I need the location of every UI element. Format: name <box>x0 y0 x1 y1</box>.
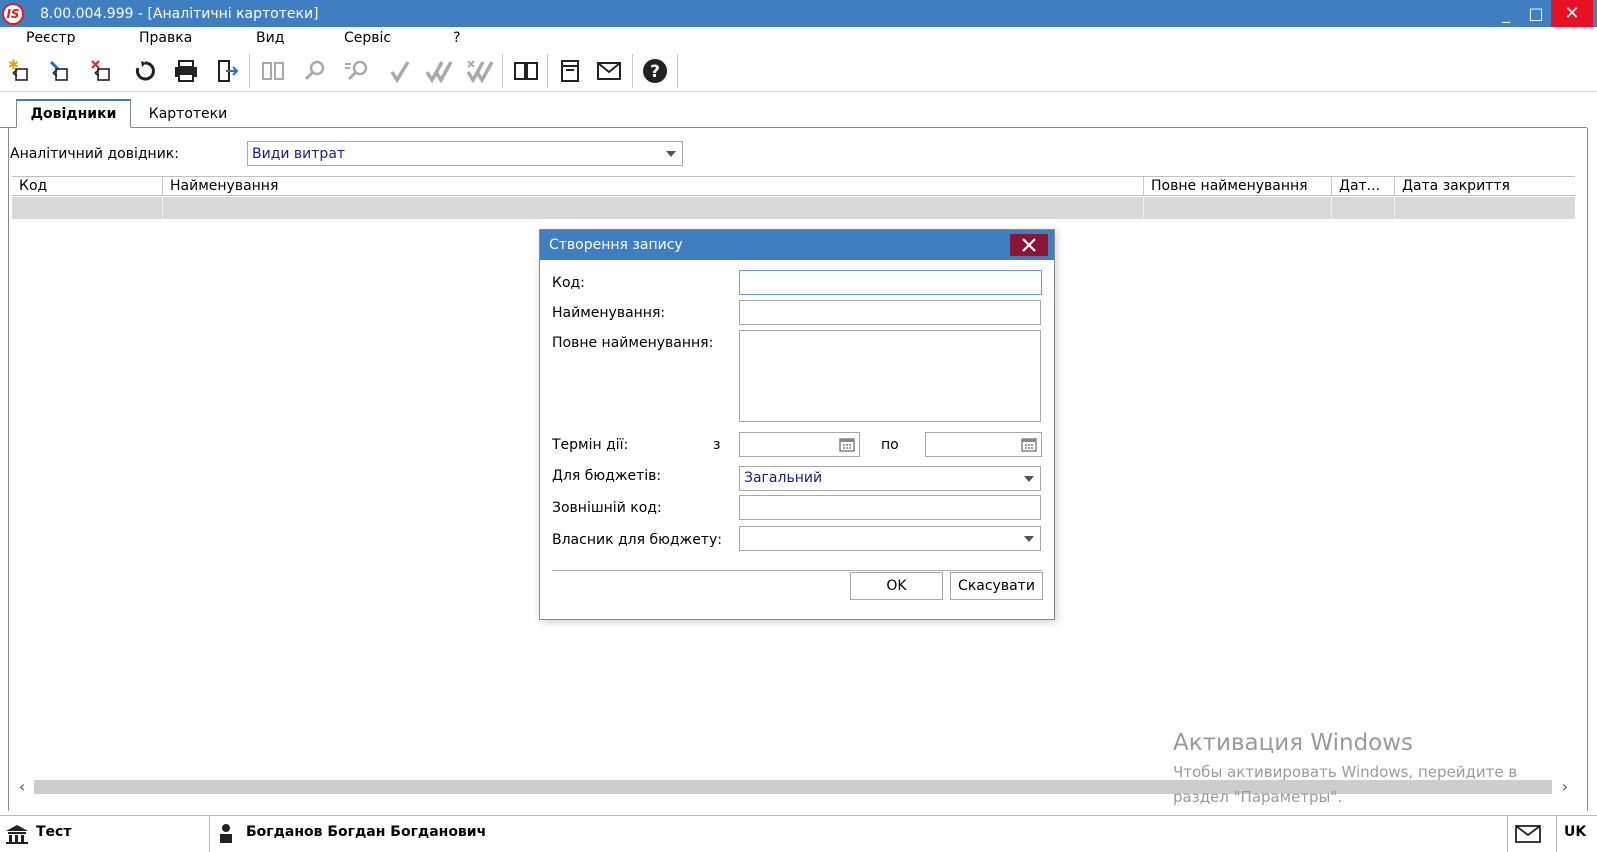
full-name-label: Повне найменування: <box>552 335 714 351</box>
export-icon[interactable] <box>209 54 245 88</box>
toolbar: ✱ ? <box>0 50 1597 92</box>
column-full-name[interactable]: Повне найменування <box>1143 177 1331 196</box>
chevron-down-icon <box>666 151 676 157</box>
owner-label: Власник для бюджету: <box>552 532 722 548</box>
calendar-icon[interactable] <box>839 438 855 452</box>
user-icon <box>218 823 234 849</box>
status-organization: Тест <box>36 824 72 840</box>
tab-cards[interactable]: Картотеки <box>140 99 236 128</box>
close-window-button[interactable]: ✕ <box>1551 0 1593 27</box>
directory-value: Види витрат <box>252 145 346 162</box>
external-code-input[interactable] <box>739 495 1041 520</box>
dialog-close-button[interactable] <box>1010 234 1048 256</box>
help-icon[interactable]: ? <box>637 54 673 88</box>
code-label: Код: <box>552 275 585 291</box>
directory-label: Аналітичний довідник: <box>10 146 179 162</box>
svg-text:?: ? <box>650 62 660 82</box>
external-code-label: Зовнішній код: <box>552 500 662 516</box>
uncheck-icon[interactable] <box>462 54 498 88</box>
budget-label: Для бюджетів: <box>552 468 662 484</box>
grid-header: Код Найменування Повне найменування Дат.… <box>12 176 1575 196</box>
menu-view[interactable]: Вид <box>256 30 284 46</box>
title-bar: IS 8.00.004.999 - [Аналітичні картотеки]… <box>0 0 1597 27</box>
chevron-right-icon[interactable]: › <box>1555 777 1575 796</box>
table-row[interactable] <box>12 197 1575 219</box>
dialog-title: Створення запису <box>540 230 1054 260</box>
to-label: по <box>881 437 899 453</box>
menu-registry[interactable]: Реєстр <box>26 30 75 46</box>
menu-edit[interactable]: Правка <box>139 30 192 46</box>
chevron-down-icon <box>1024 476 1034 482</box>
ok-button[interactable]: OK <box>850 572 943 600</box>
from-label: з <box>713 437 721 453</box>
print-icon[interactable] <box>168 54 204 88</box>
term-label: Термін дії: <box>552 437 629 453</box>
document-icon[interactable] <box>552 54 588 88</box>
name-input[interactable] <box>739 300 1041 325</box>
window-controls: _ □ ✕ <box>1491 0 1597 27</box>
owner-combo[interactable] <box>739 526 1041 551</box>
menu-service[interactable]: Сервіс <box>344 30 391 46</box>
building-icon <box>4 823 30 849</box>
chevron-left-icon[interactable]: ‹ <box>12 777 32 796</box>
check-all-icon[interactable] <box>421 54 457 88</box>
cancel-button[interactable]: Скасувати <box>950 572 1043 600</box>
directory-combo[interactable]: Види витрат <box>247 141 683 166</box>
book-open-icon[interactable] <box>255 54 291 88</box>
watermark-line1: Чтобы активировать Windows, перейдите в <box>1173 763 1518 781</box>
calendar-icon[interactable] <box>1021 438 1037 452</box>
close-icon <box>1022 238 1036 252</box>
budget-value: Загальний <box>744 470 823 486</box>
dialog-divider <box>552 570 1042 571</box>
column-code[interactable]: Код <box>12 177 162 196</box>
full-name-input[interactable] <box>739 330 1041 422</box>
search-icon[interactable] <box>297 54 333 88</box>
tab-directories[interactable]: Довідники <box>16 99 131 128</box>
date-to-field[interactable] <box>925 432 1042 457</box>
search-next-icon[interactable] <box>339 54 375 88</box>
column-name[interactable]: Найменування <box>162 177 1143 196</box>
status-user: Богданов Богдан Богданович <box>246 824 487 840</box>
delete-record-icon[interactable] <box>84 54 120 88</box>
watermark-line2: раздел "Параметры". <box>1173 788 1343 806</box>
column-date-close[interactable]: Дата закриття <box>1394 177 1575 196</box>
create-record-dialog: Створення запису Код: Найменування: Повн… <box>539 229 1055 620</box>
reference-book-icon[interactable] <box>508 54 544 88</box>
column-date-open[interactable]: Дат... <box>1331 177 1394 196</box>
date-from-field[interactable] <box>739 432 860 457</box>
app-logo-text: IS <box>2 2 24 25</box>
mail-status-icon[interactable] <box>1514 824 1542 848</box>
budget-combo[interactable]: Загальний <box>739 466 1041 491</box>
app-logo-icon: IS <box>0 0 26 27</box>
edit-record-icon[interactable] <box>42 54 78 88</box>
new-record-icon[interactable]: ✱ <box>2 54 38 88</box>
minimize-button[interactable]: _ <box>1491 0 1521 27</box>
maximize-button[interactable]: □ <box>1521 0 1551 27</box>
tab-strip: Довідники Картотеки <box>0 97 1597 129</box>
menu-bar: Реєстр Правка Вид Сервіс ? <box>0 27 1597 50</box>
name-label: Найменування: <box>552 305 666 321</box>
menu-help[interactable]: ? <box>453 30 460 46</box>
status-bar: Тест Богданов Богдан Богданович UK <box>0 815 1597 852</box>
code-input[interactable] <box>739 270 1042 295</box>
mail-icon[interactable] <box>591 54 627 88</box>
check-icon[interactable] <box>382 54 418 88</box>
watermark-title: Активация Windows <box>1173 730 1414 756</box>
chevron-down-icon <box>1024 536 1034 542</box>
refresh-icon[interactable] <box>127 54 163 88</box>
window-title: 8.00.004.999 - [Аналітичні картотеки] <box>40 5 319 22</box>
language-indicator[interactable]: UK <box>1564 824 1586 840</box>
